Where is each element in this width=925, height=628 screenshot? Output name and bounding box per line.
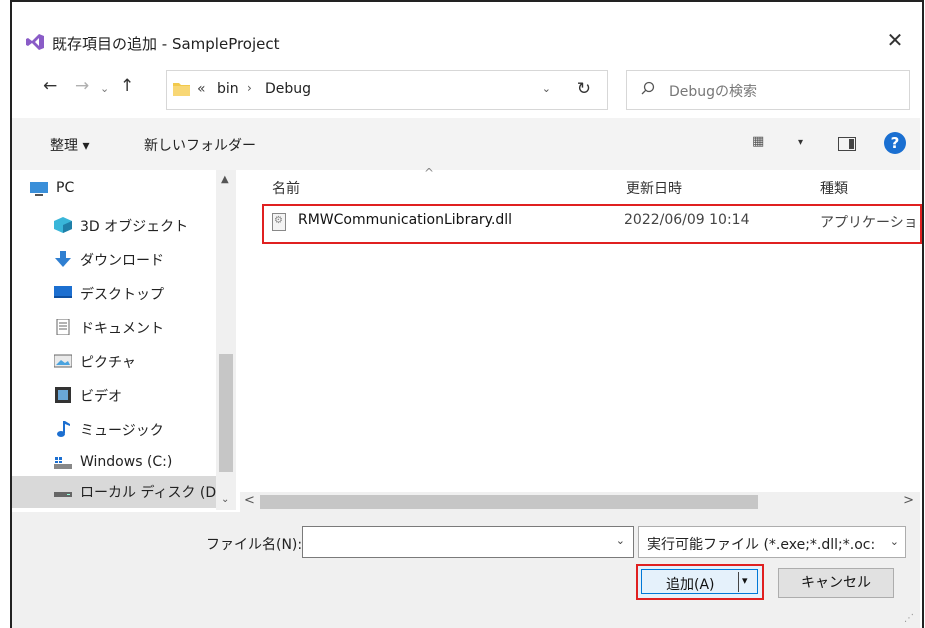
recent-locations-chevron-icon[interactable]: ⌄ bbox=[100, 82, 109, 95]
address-overflow-icon[interactable]: « bbox=[197, 81, 206, 97]
download-icon bbox=[55, 251, 71, 267]
cancel-button[interactable]: キャンセル bbox=[778, 568, 894, 598]
dialog-footer: ファイル名(N): ⌄ 実行可能ファイル (*.exe;*.dll;*.oc: … bbox=[12, 512, 920, 628]
scrollbar-thumb[interactable] bbox=[219, 354, 233, 472]
navigation-pane: PC 3D オブジェクト ダウンロード デスクトップ ドキュメント ピクチャ ビ… bbox=[12, 170, 240, 510]
add-button-label: 追加(A) bbox=[666, 577, 715, 593]
add-button[interactable]: 追加(A) ▾ bbox=[636, 564, 764, 600]
search-icon bbox=[641, 81, 655, 95]
close-button[interactable]: ✕ bbox=[881, 26, 909, 54]
pc-icon bbox=[30, 182, 48, 196]
navigation-pane-scrollbar[interactable]: ▲ ⌄ bbox=[216, 170, 236, 510]
sidebar-item-label: ドキュメント bbox=[80, 321, 164, 337]
sort-ascending-icon: ^ bbox=[424, 166, 435, 180]
preview-pane-icon[interactable] bbox=[838, 137, 856, 151]
command-toolbar: 整理 ▾ 新しいフォルダー ▦ ▾ ? bbox=[12, 118, 920, 170]
sidebar-item-desktop[interactable]: デスクトップ bbox=[12, 278, 226, 310]
address-segment-bin[interactable]: bin bbox=[217, 81, 239, 97]
sidebar-item-label: ミュージック bbox=[80, 423, 164, 439]
sidebar-item-documents[interactable]: ドキュメント bbox=[12, 312, 226, 344]
file-type-dropdown-icon[interactable]: ⌄ bbox=[885, 535, 899, 548]
sidebar-item-pictures[interactable]: ピクチャ bbox=[12, 346, 226, 378]
search-placeholder: Debugの検索 bbox=[669, 84, 758, 100]
address-segment-debug[interactable]: Debug bbox=[265, 81, 311, 97]
back-arrow-icon[interactable]: ← bbox=[43, 76, 57, 96]
filename-dropdown-icon[interactable]: ⌄ bbox=[616, 534, 625, 547]
scroll-right-icon[interactable]: > bbox=[903, 493, 914, 508]
sidebar-item-label: ビデオ bbox=[80, 389, 122, 405]
video-icon bbox=[55, 387, 71, 403]
horizontal-scrollbar[interactable]: < > bbox=[240, 492, 920, 512]
sidebar-item-pc[interactable]: PC bbox=[12, 174, 226, 206]
add-dropdown-arrow-icon[interactable]: ▾ bbox=[742, 574, 748, 587]
sidebar-item-videos[interactable]: ビデオ bbox=[12, 380, 226, 412]
file-highlight-annotation bbox=[262, 204, 922, 244]
filename-label: ファイル名(N): bbox=[206, 537, 303, 553]
new-folder-button[interactable]: 新しいフォルダー bbox=[144, 135, 256, 155]
sidebar-item-local-disk[interactable]: ローカル ディスク (D bbox=[12, 476, 226, 508]
desktop-icon bbox=[54, 286, 72, 298]
filename-input[interactable]: ⌄ bbox=[302, 526, 634, 558]
address-dropdown-icon[interactable]: ⌄ bbox=[542, 82, 551, 95]
sidebar-item-label: ダウンロード bbox=[80, 253, 164, 269]
up-arrow-icon[interactable]: ↑ bbox=[120, 76, 134, 96]
resize-grip-icon[interactable]: ⋰ bbox=[904, 613, 914, 624]
add-button-face[interactable]: 追加(A) ▾ bbox=[641, 569, 758, 594]
documents-icon bbox=[56, 319, 70, 335]
sidebar-item-label: デスクトップ bbox=[80, 287, 164, 303]
search-box[interactable]: Debugの検索 bbox=[626, 70, 910, 110]
folder-icon bbox=[173, 83, 190, 96]
music-icon bbox=[57, 421, 70, 437]
window-title: 既存項目の追加 - SampleProject bbox=[52, 35, 280, 53]
address-separator-icon[interactable]: › bbox=[247, 81, 252, 95]
3d-objects-icon bbox=[54, 217, 72, 233]
organize-menu-button[interactable]: 整理 ▾ bbox=[50, 135, 89, 155]
scroll-up-icon[interactable]: ▲ bbox=[221, 174, 229, 185]
column-header-name[interactable]: 名前 bbox=[272, 178, 300, 198]
scroll-down-icon[interactable]: ⌄ bbox=[221, 494, 229, 505]
sidebar-item-music[interactable]: ミュージック bbox=[12, 414, 226, 446]
sidebar-item-downloads[interactable]: ダウンロード bbox=[12, 244, 226, 276]
local-disk-icon bbox=[54, 492, 72, 497]
sidebar-item-label: Windows (C:) bbox=[80, 454, 173, 470]
refresh-icon[interactable]: ↻ bbox=[577, 79, 591, 99]
address-bar[interactable]: « bin › Debug ⌄ ↻ bbox=[166, 70, 608, 110]
view-options-icon[interactable]: ▦ bbox=[752, 134, 764, 149]
horizontal-scrollbar-thumb[interactable] bbox=[260, 495, 758, 509]
windows-drive-icon bbox=[54, 457, 72, 469]
visual-studio-icon bbox=[26, 34, 44, 50]
view-options-dropdown-icon[interactable]: ▾ bbox=[798, 137, 803, 148]
sidebar-item-label: 3D オブジェクト bbox=[80, 219, 189, 235]
pictures-icon bbox=[54, 354, 72, 368]
column-header-type[interactable]: 種類 bbox=[820, 178, 848, 198]
sidebar-item-3d-objects[interactable]: 3D オブジェクト bbox=[12, 210, 226, 242]
help-icon[interactable]: ? bbox=[884, 132, 906, 154]
file-type-filter-value: 実行可能ファイル (*.exe;*.dll;*.oc: bbox=[647, 537, 876, 553]
add-button-divider bbox=[738, 572, 739, 592]
scroll-left-icon[interactable]: < bbox=[244, 493, 255, 508]
column-header-date[interactable]: 更新日時 bbox=[626, 178, 682, 198]
sidebar-item-label: PC bbox=[56, 180, 75, 196]
forward-arrow-icon[interactable]: → bbox=[75, 76, 89, 96]
sidebar-item-label: ローカル ディスク (D bbox=[80, 485, 217, 501]
sidebar-item-label: ピクチャ bbox=[80, 355, 136, 371]
file-type-filter-select[interactable]: 実行可能ファイル (*.exe;*.dll;*.oc: ⌄ bbox=[638, 526, 906, 558]
